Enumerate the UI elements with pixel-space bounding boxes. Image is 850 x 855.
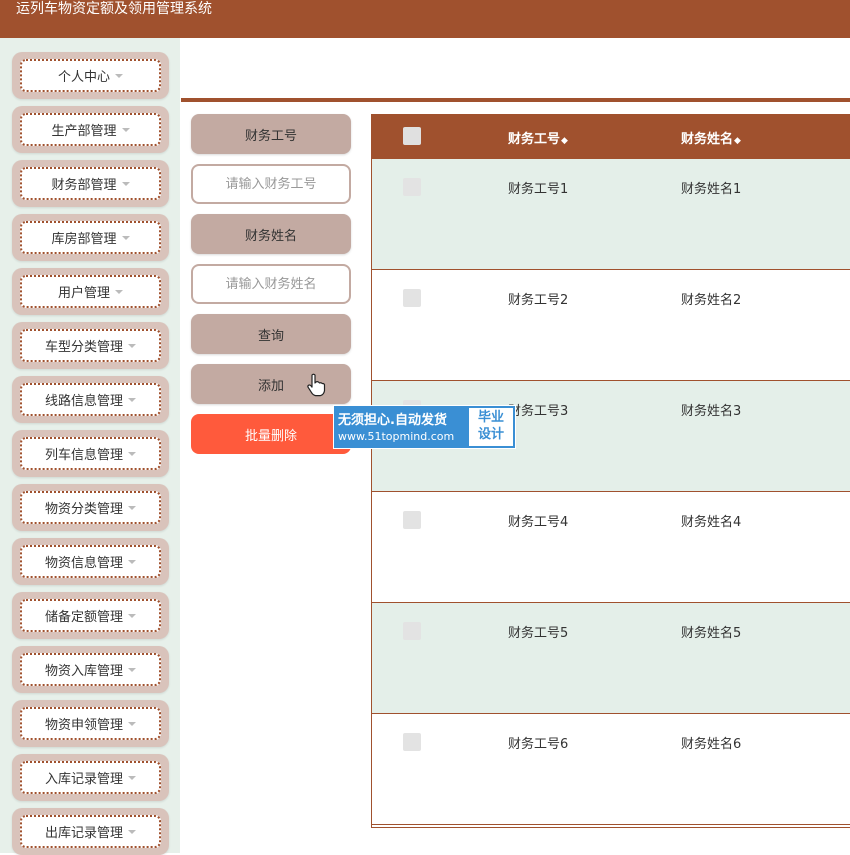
caret-down-icon [128, 667, 136, 672]
sidebar-item-label: 线路信息管理 [44, 394, 123, 409]
caret-down-icon [128, 613, 136, 618]
sidebar-item-label: 财务部管理 [51, 178, 117, 193]
sidebar-item-label: 列车信息管理 [44, 448, 123, 463]
sidebar-item-trains[interactable]: 列车信息管理 [12, 430, 169, 477]
watermark-url: www.51topmind.com [338, 430, 455, 443]
caret-down-icon [128, 775, 136, 780]
cell-finance-name: 财务姓名6 [681, 737, 742, 752]
column-header-finance-id[interactable]: 财务工号◆ [508, 128, 568, 147]
sidebar-item-routes[interactable]: 线路信息管理 [12, 376, 169, 423]
row-checkbox[interactable] [403, 622, 421, 640]
row-checkbox[interactable] [403, 511, 421, 529]
sidebar-item-personal-center[interactable]: 个人中心 [12, 52, 169, 99]
app-title: 运列车物资定额及领用管理系统 [16, 1, 212, 17]
row-checkbox[interactable] [403, 289, 421, 307]
table-header: 财务工号◆ 财务姓名◆ [372, 114, 850, 159]
query-button[interactable]: 查询 [191, 314, 351, 354]
table-row[interactable]: 财务工号4 财务姓名4 [372, 492, 850, 603]
finance-table: 财务工号◆ 财务姓名◆ 财务工号1 财务姓名1 财务工号2 财务姓名2 财务工号… [371, 114, 850, 828]
finance-name-label: 财务姓名 [191, 214, 351, 254]
sidebar-item-label: 储备定额管理 [44, 610, 123, 625]
caret-down-icon [121, 181, 130, 186]
sidebar-item-warehouse[interactable]: 库房部管理 [12, 214, 169, 261]
caret-down-icon [128, 559, 136, 564]
caret-down-icon [128, 505, 136, 510]
sidebar-item-label: 生产部管理 [51, 124, 117, 139]
sidebar-item-label: 物资申领管理 [44, 718, 123, 733]
sidebar: 个人中心 生产部管理 财务部管理 库房部管理 用户管理 车型分类管理 线路信息管… [0, 38, 180, 855]
cell-finance-id: 财务工号1 [508, 182, 569, 197]
table-row[interactable]: 财务工号6 财务姓名6 [372, 714, 850, 825]
select-all-checkbox[interactable] [403, 127, 421, 145]
sidebar-item-label: 个人中心 [57, 70, 110, 85]
column-header-label: 财务工号 [508, 132, 561, 147]
cell-finance-id: 财务工号5 [508, 626, 569, 641]
caret-down-icon [121, 127, 130, 132]
caret-down-icon [128, 343, 136, 348]
finance-name-input[interactable] [191, 264, 351, 304]
watermark-badge-line2: 设计 [477, 427, 504, 442]
sidebar-item-inbound-records[interactable]: 入库记录管理 [12, 754, 169, 801]
watermark-slogan: 无须担心.自动发货 [338, 413, 447, 428]
sidebar-item-outbound-records[interactable]: 出库记录管理 [12, 808, 169, 855]
sidebar-item-label: 库房部管理 [51, 232, 117, 247]
row-checkbox[interactable] [403, 178, 421, 196]
caret-down-icon [128, 397, 136, 402]
sidebar-item-material-requisition[interactable]: 物资申领管理 [12, 700, 169, 747]
sidebar-item-label: 车型分类管理 [44, 340, 123, 355]
watermark-badge-line1: 毕业 [477, 410, 504, 425]
sidebar-item-finance[interactable]: 财务部管理 [12, 160, 169, 207]
cell-finance-id: 财务工号3 [508, 404, 569, 419]
watermark-banner: 无须担心.自动发货 www.51topmind.com 毕业 设计 [333, 405, 516, 449]
table-row[interactable]: 财务工号2 财务姓名2 [372, 270, 850, 381]
batch-delete-button[interactable]: 批量删除 [191, 414, 351, 454]
sidebar-item-vehicle-types[interactable]: 车型分类管理 [12, 322, 169, 369]
sidebar-item-reserve-quota[interactable]: 储备定额管理 [12, 592, 169, 639]
sidebar-item-material-inbound[interactable]: 物资入库管理 [12, 646, 169, 693]
cell-finance-name: 财务姓名1 [681, 182, 742, 197]
sidebar-item-label: 物资分类管理 [44, 502, 123, 517]
sidebar-item-label: 入库记录管理 [44, 772, 123, 787]
caret-down-icon [115, 289, 123, 294]
table-row[interactable]: 财务工号5 财务姓名5 [372, 603, 850, 714]
cell-finance-name: 财务姓名3 [681, 404, 742, 419]
caret-down-icon [121, 235, 130, 240]
sidebar-item-label: 出库记录管理 [44, 826, 123, 841]
sidebar-item-production[interactable]: 生产部管理 [12, 106, 169, 153]
caret-down-icon [128, 829, 136, 834]
row-checkbox[interactable] [403, 733, 421, 751]
column-header-finance-name[interactable]: 财务姓名◆ [681, 128, 741, 147]
cell-finance-name: 财务姓名4 [681, 515, 742, 530]
sort-icon: ◆ [561, 136, 568, 146]
sidebar-item-label: 物资信息管理 [44, 556, 123, 571]
finance-id-label: 财务工号 [191, 114, 351, 154]
cell-finance-id: 财务工号6 [508, 737, 569, 752]
cell-finance-name: 财务姓名5 [681, 626, 742, 641]
table-row[interactable]: 财务工号1 财务姓名1 [372, 159, 850, 270]
sidebar-item-label: 物资入库管理 [44, 664, 123, 679]
add-button[interactable]: 添加 [191, 364, 351, 404]
sort-icon: ◆ [734, 136, 741, 146]
sidebar-item-users[interactable]: 用户管理 [12, 268, 169, 315]
cell-finance-id: 财务工号4 [508, 515, 569, 530]
caret-down-icon [115, 73, 123, 78]
finance-id-input[interactable] [191, 164, 351, 204]
sidebar-item-material-categories[interactable]: 物资分类管理 [12, 484, 169, 531]
hand-cursor-icon [307, 373, 326, 397]
cell-finance-id: 财务工号2 [508, 293, 569, 308]
app-header: 运列车物资定额及领用管理系统 [0, 0, 850, 38]
caret-down-icon [128, 451, 136, 456]
sidebar-item-label: 用户管理 [57, 286, 110, 301]
caret-down-icon [128, 721, 136, 726]
watermark-badge: 毕业 设计 [469, 408, 513, 446]
column-header-label: 财务姓名 [681, 132, 734, 147]
cell-finance-name: 财务姓名2 [681, 293, 742, 308]
content-divider [181, 98, 850, 102]
sidebar-item-materials[interactable]: 物资信息管理 [12, 538, 169, 585]
